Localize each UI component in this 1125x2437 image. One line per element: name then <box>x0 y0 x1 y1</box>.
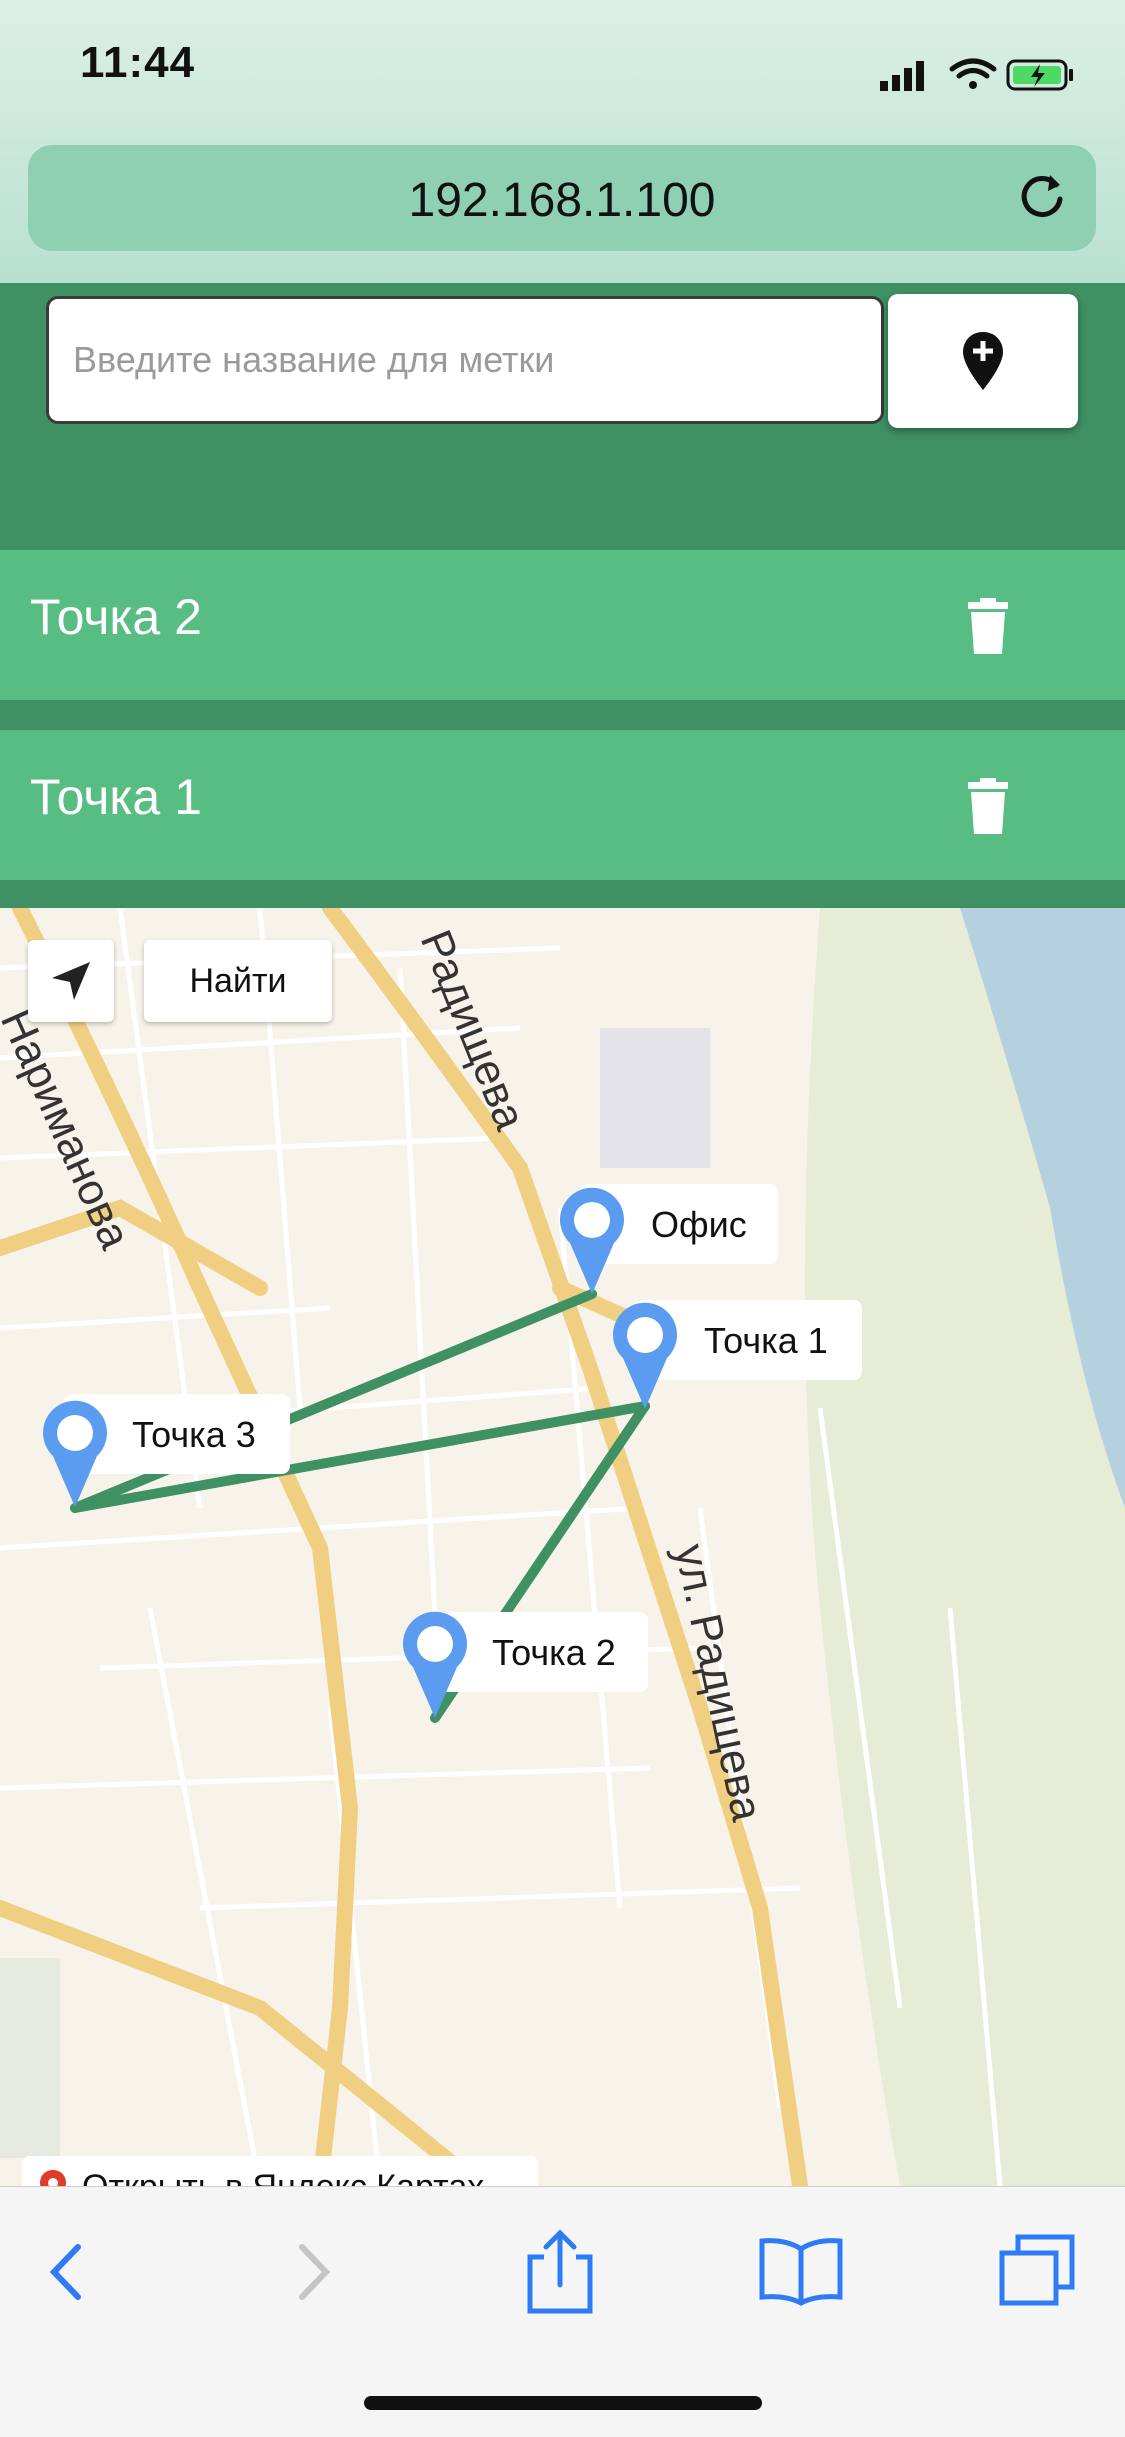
battery-charging-icon <box>1006 59 1073 91</box>
tabs-icon[interactable] <box>996 2231 1080 2311</box>
point-row[interactable]: Точка 1 <box>0 730 1125 880</box>
placemark-label: Офис <box>651 1204 747 1245</box>
point-label: Точка 1 <box>30 769 202 825</box>
find-button[interactable]: Найти <box>144 940 332 1022</box>
placemark-pin-icon[interactable] <box>613 1302 677 1409</box>
placemark-pin-icon[interactable] <box>403 1611 467 1718</box>
placemark-pin-icon[interactable] <box>43 1400 108 1507</box>
signal-icon <box>880 61 924 91</box>
home-indicator[interactable] <box>364 2396 762 2410</box>
point-label: Точка 2 <box>30 589 202 645</box>
placemark-pin-icon[interactable] <box>560 1187 624 1294</box>
trash-icon[interactable] <box>966 598 1010 659</box>
placemark-label: Точка 1 <box>704 1320 828 1361</box>
share-icon[interactable] <box>520 2227 600 2317</box>
status-time: 11:44 <box>80 38 196 87</box>
navigation-arrow-icon <box>52 962 90 1000</box>
reload-icon[interactable] <box>1014 169 1070 230</box>
url-text: 192.168.1.100 <box>408 174 716 227</box>
placemark-label: Точка 3 <box>132 1414 256 1455</box>
url-bar[interactable]: 192.168.1.100 <box>28 145 1096 251</box>
trash-icon[interactable] <box>966 778 1010 839</box>
street-label: ул. Радищева <box>665 1540 772 1826</box>
add-marker-button[interactable] <box>888 294 1078 428</box>
map-view[interactable]: Радищева Нариманова ул. Радищева Офис То… <box>0 908 1125 2186</box>
forward-icon[interactable] <box>290 2237 340 2307</box>
bookmarks-icon[interactable] <box>756 2235 846 2307</box>
placemark-label: Точка 2 <box>492 1632 616 1673</box>
wifi-icon <box>949 58 997 89</box>
geolocation-button[interactable] <box>28 940 114 1022</box>
marker-name-input[interactable] <box>46 296 884 424</box>
back-icon[interactable] <box>40 2237 90 2307</box>
map-marker-plus-icon <box>963 332 1003 390</box>
point-row[interactable]: Точка 2 <box>0 550 1125 700</box>
status-icons <box>880 55 1090 100</box>
